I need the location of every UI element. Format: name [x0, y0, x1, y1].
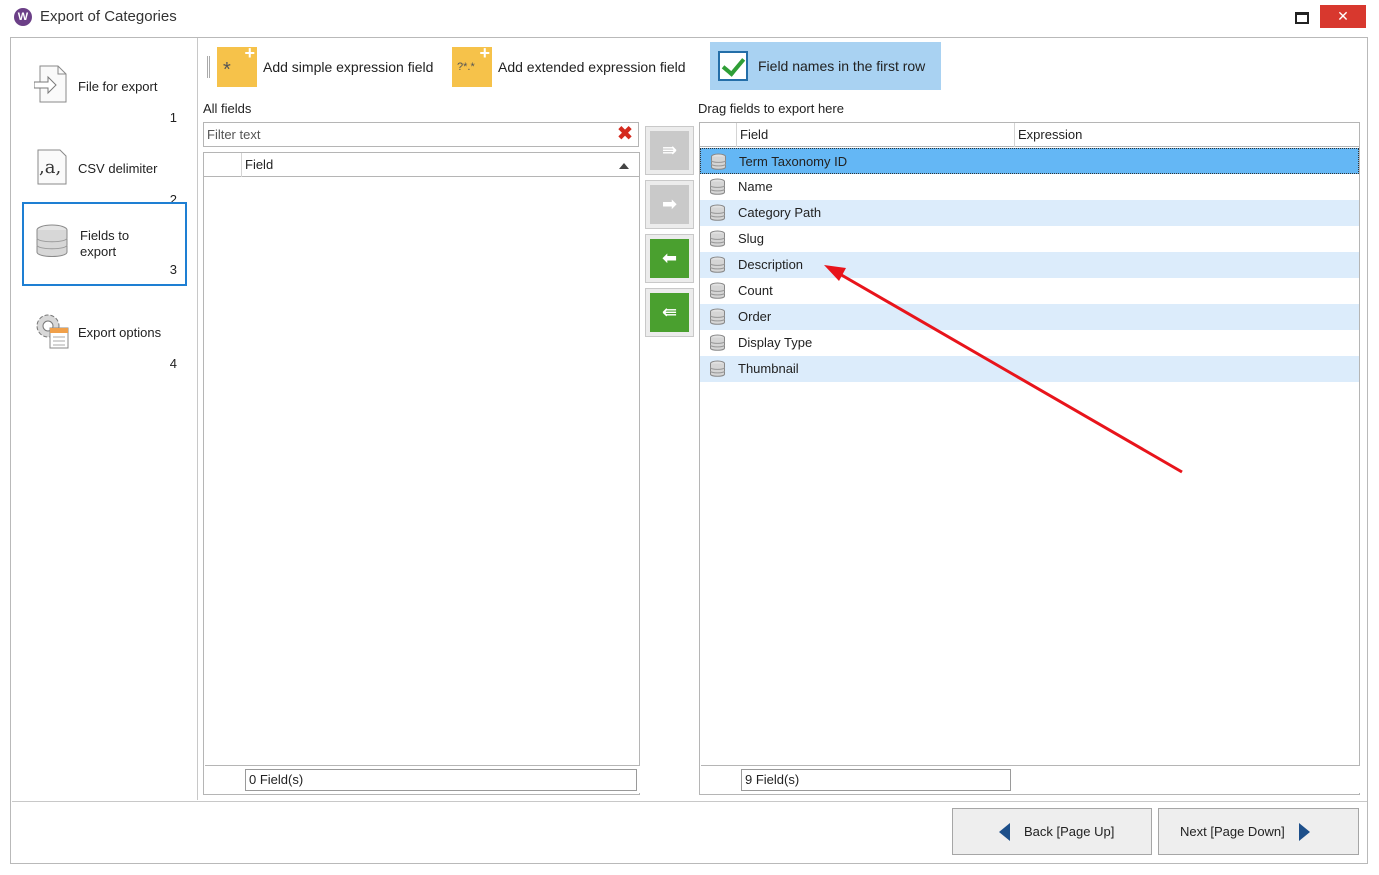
step-number: 1 [169, 110, 177, 125]
table-row[interactable]: Slug [700, 226, 1359, 252]
database-field-icon [710, 360, 725, 377]
step-label: File for export [78, 79, 158, 94]
database-icon [36, 224, 68, 257]
field-names-first-row-toggle[interactable]: Field names in the first row [710, 42, 941, 90]
row-indicator-header [700, 123, 736, 147]
table-row[interactable]: Thumbnail [700, 356, 1359, 382]
grid-header: Field [204, 153, 639, 177]
all-fields-grid[interactable]: Field 0 Field(s) [203, 152, 640, 795]
all-fields-label: All fields [203, 101, 252, 116]
grid-footer: 0 Field(s) [205, 765, 640, 793]
field-name: Name [738, 179, 773, 194]
back-button-label: Back [Page Up] [1024, 824, 1115, 839]
arrow-right-icon: ➡ [650, 185, 689, 224]
grid-header: Field Expression [700, 123, 1359, 147]
field-column-header[interactable]: Field [736, 123, 1014, 147]
field-name: Description [738, 257, 804, 272]
double-arrow-left-icon: ⇚ [650, 293, 689, 332]
move-all-left-button[interactable]: ⇚ [645, 288, 694, 337]
move-left-button[interactable]: ⬅ [645, 234, 694, 283]
database-field-icon [710, 308, 725, 325]
back-button[interactable]: Back [Page Up] [952, 808, 1152, 855]
grid-footer: 9 Field(s) [701, 765, 1360, 793]
arrow-left-icon: ⬅ [650, 239, 689, 278]
maximize-button[interactable] [1288, 5, 1312, 27]
add-simple-expression-label: Add simple expression field [263, 59, 434, 75]
filter-placeholder: Filter text [207, 127, 261, 142]
step-fields-to-export[interactable]: Fields to export 3 [22, 202, 187, 286]
table-row[interactable]: Order [700, 304, 1359, 330]
database-field-icon [710, 204, 725, 221]
step-number: 3 [169, 262, 177, 277]
table-row[interactable]: Name [700, 174, 1359, 200]
wizard-steps-panel: File for export 1 ,a, CSV delimiter 2 Fi… [12, 38, 198, 800]
extended-expression-icon: ?*.* + [452, 43, 492, 87]
window-title: Export of Categories [40, 8, 177, 25]
field-name: Category Path [738, 205, 822, 220]
app-logo-icon: W [14, 8, 32, 26]
field-column-header[interactable]: Field [241, 153, 639, 177]
checkmark-icon[interactable] [718, 51, 748, 81]
export-fields-label: Drag fields to export here [698, 101, 844, 116]
back-arrow-icon [999, 822, 1010, 841]
database-field-icon [710, 256, 725, 273]
toolbar-grip [207, 56, 210, 78]
table-row[interactable]: Display Type [700, 330, 1359, 356]
next-arrow-icon [1298, 822, 1310, 841]
field-name: Display Type [738, 335, 813, 350]
clear-filter-icon[interactable]: ✖ [614, 123, 636, 145]
step-label: Fields to export [80, 228, 130, 259]
add-extended-expression-label: Add extended expression field [498, 59, 686, 75]
next-button-label: Next [Page Down] [1180, 824, 1285, 839]
simple-expression-icon: * + [217, 43, 257, 87]
sort-ascending-icon [619, 163, 629, 169]
database-field-icon [711, 153, 726, 170]
step-file-for-export[interactable]: File for export 1 [22, 50, 187, 134]
table-row[interactable]: Description [700, 252, 1359, 278]
table-row[interactable]: Term Taxonomy ID [700, 148, 1359, 174]
database-field-icon [710, 282, 725, 299]
row-indicator-header [204, 153, 241, 177]
move-all-right-button[interactable]: ⇛ [645, 126, 694, 175]
table-row[interactable]: Count [700, 278, 1359, 304]
field-count: 0 Field(s) [245, 769, 637, 791]
field-name: Order [738, 309, 772, 324]
toolbar: * + Add simple expression field ?*.* + A… [200, 40, 1360, 92]
file-export-icon [34, 65, 67, 103]
step-number: 4 [169, 356, 177, 371]
field-name: Slug [738, 231, 765, 246]
filter-input[interactable]: Filter text ✖ [203, 122, 639, 147]
field-name: Count [738, 283, 773, 298]
svg-text:,a,: ,a, [39, 157, 61, 178]
add-extended-expression-button[interactable]: ?*.* + Add extended expression field [452, 43, 686, 91]
move-right-button[interactable]: ➡ [645, 180, 694, 229]
table-row[interactable]: Category Path [700, 200, 1359, 226]
field-count: 9 Field(s) [741, 769, 1011, 791]
step-export-options[interactable]: Export options 4 [22, 296, 187, 380]
database-field-icon [710, 230, 725, 247]
double-arrow-right-icon: ⇛ [650, 131, 689, 170]
csv-delimiter-icon: ,a, [37, 149, 67, 185]
export-fields-grid[interactable]: Field Expression Term Taxonomy ID Name C… [699, 122, 1360, 795]
add-simple-expression-button[interactable]: * + Add simple expression field [217, 43, 433, 91]
field-name: Thumbnail [738, 361, 799, 376]
database-field-icon [710, 178, 725, 195]
database-field-icon [710, 334, 725, 351]
field-name: Term Taxonomy ID [739, 154, 848, 169]
title-bar: W Export of Categories ✕ [0, 0, 1379, 34]
expression-column-header[interactable]: Expression [1014, 123, 1359, 147]
close-button[interactable]: ✕ [1320, 5, 1366, 28]
step-label: CSV delimiter [78, 161, 158, 176]
settings-gear-icon [36, 314, 69, 349]
next-button[interactable]: Next [Page Down] [1158, 808, 1359, 855]
field-names-first-row-label: Field names in the first row [758, 58, 926, 74]
step-label: Export options [78, 325, 162, 340]
